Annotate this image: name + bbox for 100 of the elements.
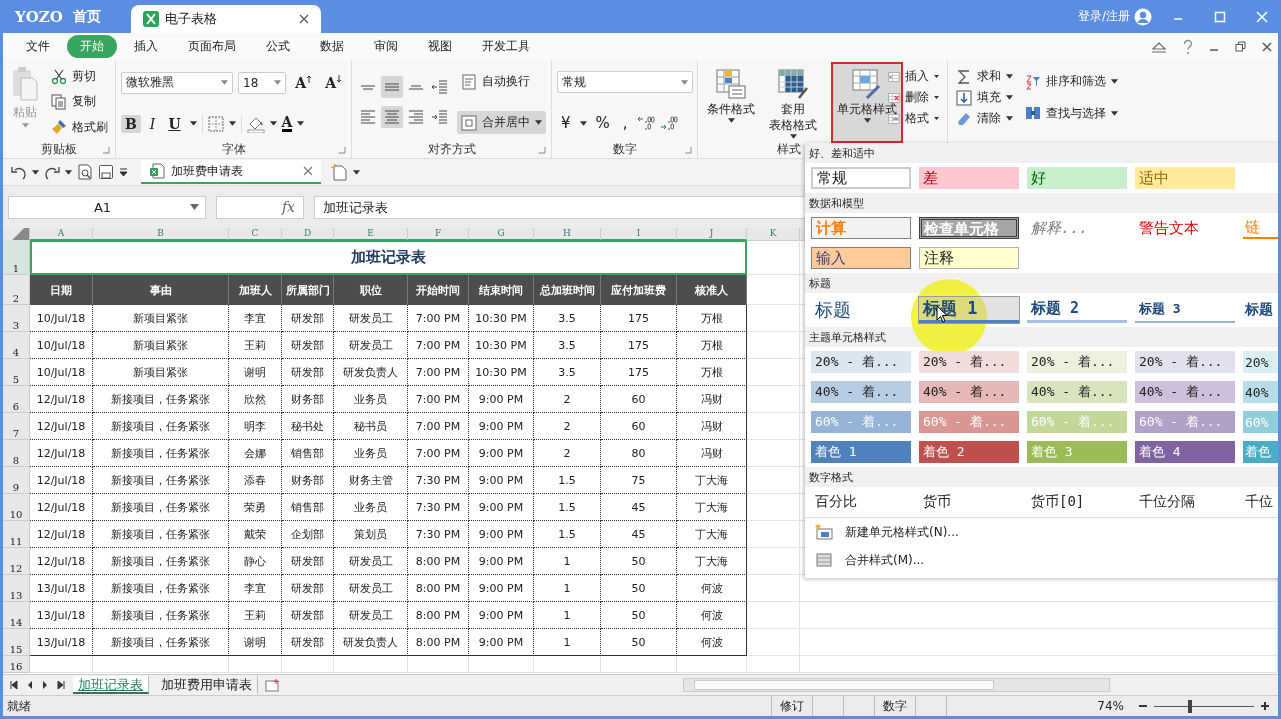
column-header[interactable]: K (747, 228, 800, 241)
maximize-icon[interactable] (1214, 10, 1226, 23)
font-color-button[interactable]: A (281, 115, 293, 132)
horizontal-scrollbar[interactable] (683, 678, 1110, 692)
style-button[interactable]: 单元格样式 (833, 64, 901, 141)
font-style-button[interactable]: I (145, 114, 160, 133)
number-format-button[interactable]: % (591, 113, 614, 133)
cell-style-option[interactable]: 警告文本 (1135, 217, 1235, 239)
cell-style-option[interactable]: 20% - 着... (919, 351, 1019, 373)
cell-style-option[interactable]: 好 (1027, 167, 1127, 189)
row-header[interactable]: 5 (3, 359, 30, 386)
cell-style-option[interactable]: 着色 1 (811, 441, 911, 463)
print-preview-icon[interactable] (77, 164, 93, 180)
redo-icon[interactable] (44, 164, 60, 180)
next-sheet-icon[interactable] (41, 680, 49, 690)
name-box[interactable]: A1 (8, 195, 206, 219)
first-sheet-icon[interactable] (9, 680, 19, 690)
help-icon[interactable] (1183, 38, 1193, 55)
cell-style-option[interactable]: 常规 (811, 167, 911, 189)
ribbon-button[interactable]: 查找与选择 (1022, 102, 1121, 124)
app-tab[interactable]: 电子表格 (130, 5, 321, 33)
cell-style-option[interactable]: 百分比 (811, 491, 911, 513)
font-style-button[interactable]: U (164, 114, 185, 133)
merge-center-button[interactable]: 合并居中 (457, 111, 546, 134)
number-format-button[interactable]: , (618, 113, 632, 133)
cell-style-option[interactable]: 标题 2 (1027, 297, 1127, 323)
menu-tab[interactable]: 视图 (415, 35, 465, 58)
close-icon[interactable] (298, 14, 309, 24)
cell-style-option[interactable]: 解释... (1027, 217, 1127, 239)
row-header[interactable]: 16 (3, 656, 30, 673)
previous-sheet-icon[interactable] (26, 680, 34, 690)
cell-style-option[interactable]: 标题 (811, 297, 911, 323)
cell-style-option[interactable]: 40% - 着... (811, 381, 911, 403)
caret-icon[interactable] (65, 169, 72, 175)
caret-icon[interactable] (353, 169, 360, 175)
menu-item[interactable]: 新建单元格样式(N)... (805, 518, 1278, 546)
ribbon-button[interactable]: 复制 (48, 91, 111, 113)
caret-icon[interactable] (32, 169, 39, 175)
sheet-tab[interactable]: 加班费用申请表 (156, 676, 258, 694)
shrink-font-button[interactable]: A (321, 73, 346, 92)
cell-style-option[interactable]: 注释 (919, 247, 1019, 269)
ribbon-button[interactable]: 填充 (953, 87, 1016, 108)
cell-style-option[interactable]: 40% (1243, 381, 1278, 403)
caret-icon[interactable] (579, 120, 587, 126)
cell-style-option[interactable]: 货币[0] (1027, 491, 1127, 513)
last-sheet-icon[interactable] (56, 680, 66, 690)
ribbon-button[interactable]: 求和 (953, 66, 1016, 87)
zoom-in-icon[interactable] (1260, 701, 1270, 711)
font-family-field[interactable]: 微软雅黑 (121, 71, 233, 94)
style-button[interactable]: 套用 表格格式 (765, 64, 821, 141)
more-icon[interactable] (119, 168, 128, 176)
cell-style-option[interactable]: 千位 (1243, 491, 1278, 513)
increase-decimal-icon[interactable] (636, 115, 655, 131)
user-icon[interactable] (1134, 7, 1152, 26)
row-header[interactable]: 13 (3, 575, 30, 602)
row-header[interactable]: 8 (3, 440, 30, 467)
close-icon[interactable] (303, 166, 313, 176)
font-style-button[interactable]: B (121, 114, 141, 133)
grow-font-button[interactable]: A (291, 73, 317, 92)
menu-tab[interactable]: 数据 (307, 35, 357, 58)
cell-style-option[interactable]: 标题 (1243, 297, 1278, 323)
row-header[interactable]: 12 (3, 548, 30, 575)
row-header[interactable]: 10 (3, 494, 30, 521)
menu-tab[interactable]: 公式 (253, 35, 303, 58)
cell-style-option[interactable]: 适中 (1135, 167, 1235, 189)
cell-style-option[interactable]: 40% - 着... (1027, 381, 1127, 403)
row-header[interactable]: 2 (3, 275, 30, 305)
caret-icon[interactable] (269, 121, 277, 126)
cell-style-option[interactable]: 标题 3 (1135, 297, 1235, 323)
wrap-text-button[interactable]: 自动换行 (457, 70, 546, 93)
zoom-slider-thumb[interactable] (1188, 699, 1192, 713)
row-header[interactable]: 4 (3, 332, 30, 359)
cell-style-option[interactable]: 20% - 着... (1135, 351, 1235, 373)
caret-icon[interactable] (189, 121, 197, 126)
menu-item[interactable]: 合并样式(M)... (805, 546, 1278, 574)
insert-function-button[interactable]: fx (216, 195, 304, 219)
menu-tab[interactable]: 页面布局 (175, 35, 249, 58)
cell-style-option[interactable]: 着色 4 (1135, 441, 1235, 463)
sheet-tab[interactable]: 加班记录表 (73, 676, 149, 694)
restore-icon[interactable] (1235, 41, 1246, 52)
cell-style-option[interactable]: 20% - 着... (811, 351, 911, 373)
menu-tab[interactable]: 审阅 (361, 35, 411, 58)
ribbon-button[interactable]: 剪切 (48, 66, 111, 88)
scrollbar-thumb[interactable] (694, 680, 994, 690)
cell-style-option[interactable]: 货币 (919, 491, 1019, 513)
row-header[interactable]: 15 (3, 629, 30, 656)
number-format-field[interactable]: 常规 (557, 71, 693, 93)
caret-icon[interactable] (228, 121, 236, 126)
save-icon[interactable] (98, 164, 114, 180)
ribbon-button[interactable]: 清除 (953, 108, 1016, 129)
cell-style-option[interactable]: 输入 (811, 247, 911, 269)
number-format-button[interactable]: ¥ (557, 113, 575, 133)
cell-style-option[interactable]: 千位分隔 (1135, 491, 1235, 513)
row-header[interactable]: 9 (3, 467, 30, 494)
menu-tab[interactable]: 开发工具 (469, 35, 543, 58)
row-header[interactable]: 7 (3, 413, 30, 440)
caret-icon[interactable] (297, 121, 305, 126)
document-tab[interactable]: 加班费申请表 (141, 160, 321, 184)
undo-icon[interactable] (11, 164, 27, 180)
cell-style-option[interactable]: 40% - 着... (1135, 381, 1235, 403)
